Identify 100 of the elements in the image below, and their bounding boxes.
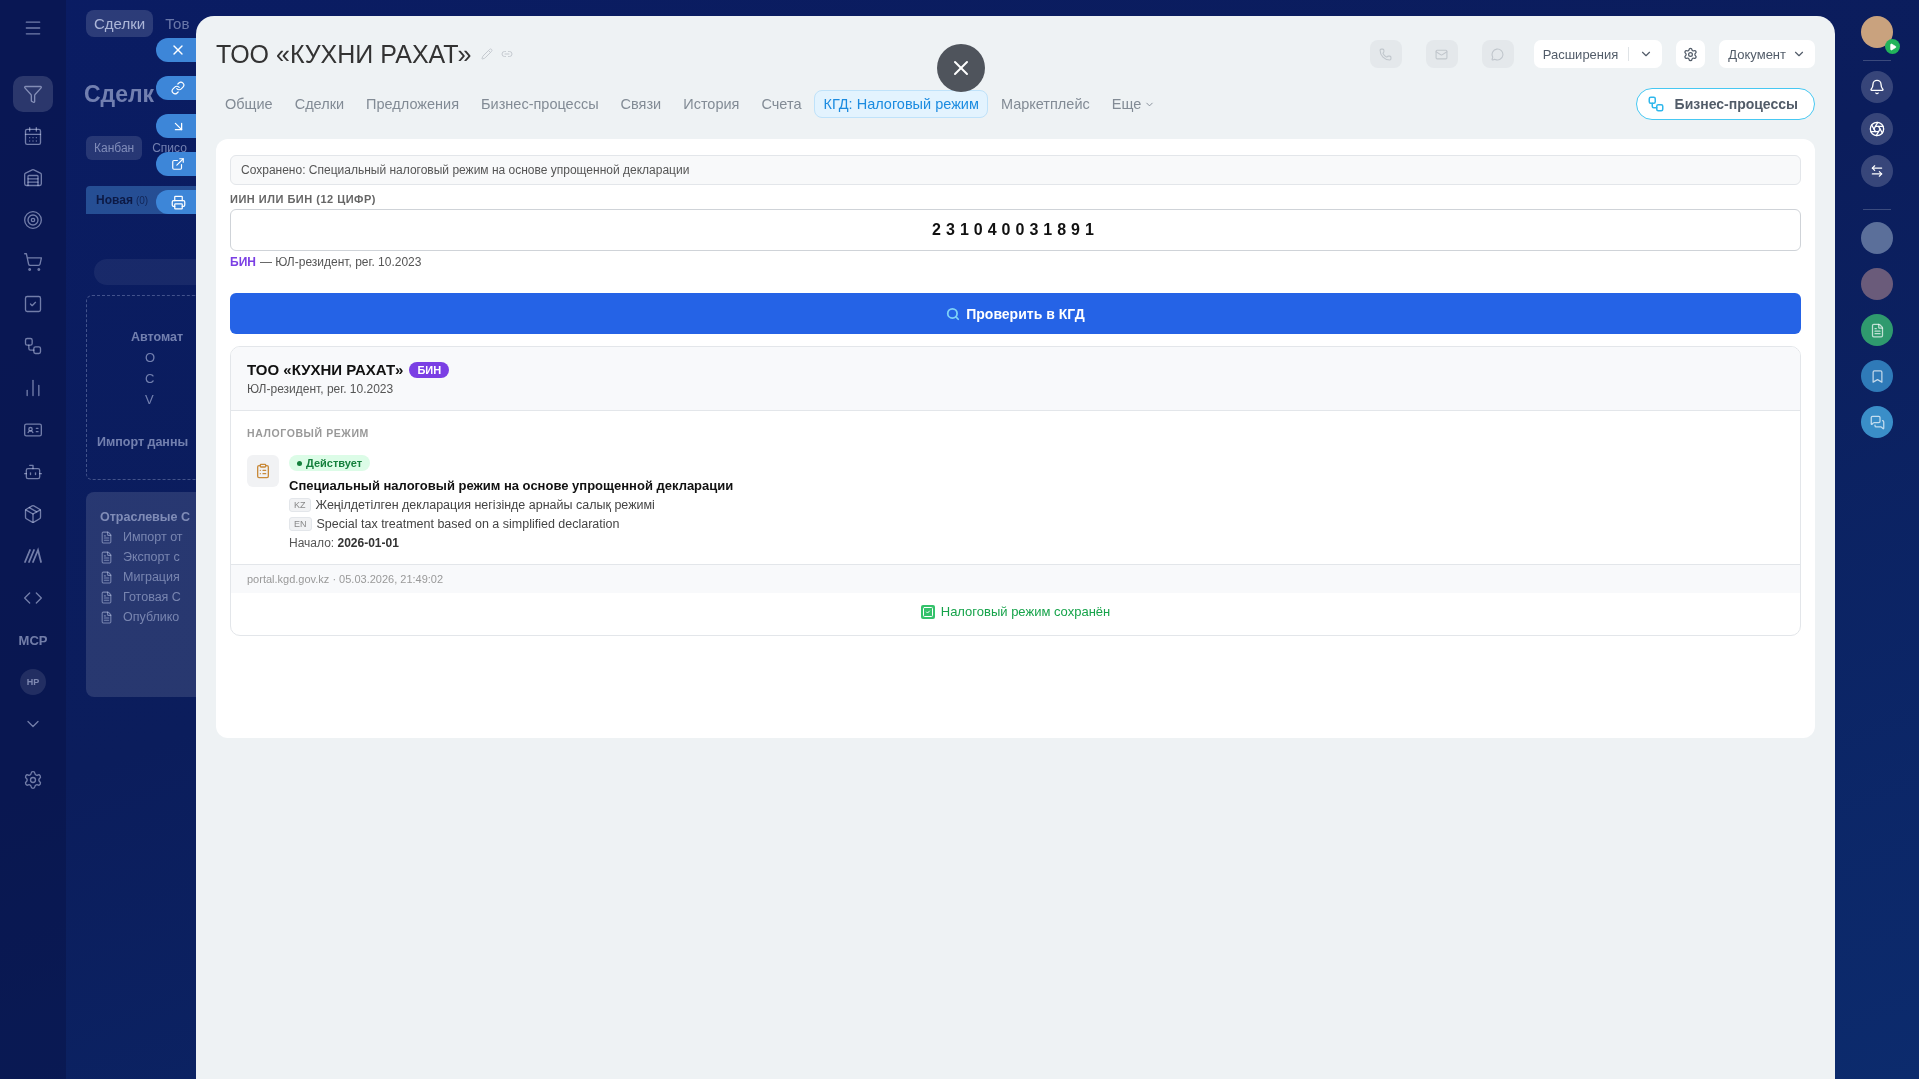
- industry-item[interactable]: Миграция: [123, 570, 180, 584]
- close-button[interactable]: [937, 44, 985, 92]
- extensions-button[interactable]: Расширения: [1533, 40, 1663, 68]
- app-avatar[interactable]: [1861, 406, 1893, 438]
- workflow-icon: [23, 336, 43, 356]
- document-icon: [100, 610, 113, 624]
- automation-row-text: О: [144, 350, 157, 365]
- chat-bubbles-icon: [1869, 414, 1885, 430]
- automation-row-text: V: [144, 392, 155, 407]
- cart-icon: [23, 252, 43, 272]
- check-kgd-button[interactable]: Проверить в КГД: [230, 293, 1801, 334]
- settings-button[interactable]: [1676, 40, 1706, 68]
- search-icon: [946, 306, 961, 321]
- tab[interactable]: Сделки: [285, 90, 354, 118]
- background-search-field[interactable]: [94, 259, 196, 285]
- aperture-button[interactable]: [1861, 113, 1893, 145]
- bin-badge: БИН: [409, 361, 450, 378]
- translation-text: Жеңілдетілген декларация негізінде арнайы салық режимі: [315, 498, 655, 512]
- regime-title: Специальный налоговый режим на основе упрощенной декларации: [289, 478, 734, 493]
- saved-notice: Сохранено: Специальный налоговый режим на основе упрощенной декларации: [230, 155, 1801, 185]
- close-button[interactable]: [156, 38, 196, 62]
- document-icon: [1869, 322, 1885, 338]
- industry-item[interactable]: Импорт от: [123, 530, 183, 544]
- print-button[interactable]: [156, 190, 196, 214]
- industry-item[interactable]: Опублико: [123, 610, 180, 624]
- start-date: Начало: 2026-01-01: [289, 536, 400, 550]
- document-button[interactable]: Документ: [1719, 40, 1815, 68]
- import-data-link[interactable]: Импорт данны: [97, 435, 189, 449]
- industry-item[interactable]: Готовая С: [123, 590, 181, 604]
- app-avatar[interactable]: [1861, 314, 1893, 346]
- tab[interactable]: Еще: [1102, 90, 1165, 118]
- mail-icon: [1435, 47, 1449, 61]
- warehouse-icon: [23, 168, 43, 188]
- user-initials-avatar[interactable]: HP: [20, 669, 46, 695]
- background-tab[interactable]: Сделки: [86, 10, 154, 37]
- tab[interactable]: Бизнес-процессы: [472, 90, 608, 118]
- tab[interactable]: История: [674, 90, 749, 118]
- hint-text: — ЮЛ-резидент, рег. 10.2023: [259, 255, 422, 269]
- arrows-icon: [1870, 164, 1884, 178]
- bin-tag: БИН: [230, 255, 256, 269]
- open-new-window-button[interactable]: [156, 152, 196, 176]
- m-logo-icon: [23, 546, 43, 566]
- settings-icon: [23, 770, 43, 790]
- field-label: ИИН ИЛИ БИН (12 ЦИФР): [230, 193, 377, 205]
- tab[interactable]: Маркетплейс: [991, 90, 1099, 118]
- checkbox-icon: [23, 294, 43, 314]
- source-footer: portal.kgd.gov.kz · 05.03.2026, 21:49:02: [231, 564, 1800, 593]
- section-label: НАЛОГОВЫЙ РЕЖИМ: [247, 427, 370, 439]
- column-title: Новая: [96, 193, 133, 207]
- bookmark-icon: [1869, 368, 1885, 384]
- funnel-icon: [23, 84, 43, 104]
- settings-icon: [1683, 46, 1699, 62]
- workflow-icon: [1646, 95, 1665, 113]
- automation-title: Автомат: [130, 330, 184, 344]
- tab[interactable]: Предложения: [357, 90, 469, 118]
- calendar-icon: [23, 126, 43, 146]
- bell-icon: [1869, 79, 1885, 95]
- package-icon: [23, 504, 43, 524]
- chat-icon: [1491, 47, 1505, 61]
- copy-link-button[interactable]: [156, 76, 196, 100]
- tab[interactable]: КГД: Налоговый режим: [814, 90, 988, 118]
- view-tab[interactable]: Канбан: [86, 136, 143, 160]
- document-icon: [100, 570, 113, 584]
- tab[interactable]: Связи: [611, 90, 671, 118]
- robot-icon: [23, 462, 43, 482]
- translation-text: Special tax treatment based on a simplified declaration: [316, 517, 620, 531]
- background-heading: Сделк: [84, 81, 155, 107]
- business-processes-button[interactable]: Бизнес-процессы: [1635, 88, 1815, 120]
- notifications-button[interactable]: [1861, 71, 1893, 103]
- check-icon: [920, 604, 935, 619]
- background-tab[interactable]: Тов: [157, 10, 196, 37]
- link-icon: [171, 81, 185, 95]
- chat-exchange-button[interactable]: [1861, 155, 1893, 187]
- automation-row-text: С: [144, 371, 156, 386]
- company-subtitle: ЮЛ-резидент, рег. 10.2023: [247, 382, 395, 396]
- language-tag: KZ: [289, 498, 311, 512]
- aperture-icon: [1869, 121, 1885, 137]
- company-name: ТОО «КУХНИ РАХАТ»: [247, 361, 404, 378]
- tab[interactable]: Общие: [216, 90, 282, 118]
- document-icon: [100, 550, 113, 564]
- external-link-icon: [171, 157, 185, 171]
- minimize-button[interactable]: [156, 114, 196, 138]
- industry-item[interactable]: Экспорт с: [123, 550, 180, 564]
- user-avatar[interactable]: [1861, 16, 1893, 48]
- status-badge: Действует: [289, 455, 371, 471]
- saved-message: Налоговый режим сохранён: [920, 604, 1111, 619]
- nav-item[interactable]: [13, 76, 53, 112]
- app-avatar[interactable]: [1861, 360, 1893, 392]
- document-icon: [100, 530, 113, 544]
- printer-icon: [170, 194, 186, 210]
- language-tag: EN: [289, 517, 312, 531]
- tab[interactable]: Счета: [752, 90, 811, 118]
- company-title: ТОО «КУХНИ РАХАТ»: [216, 39, 472, 69]
- mcp-nav-item[interactable]: MCP: [13, 622, 53, 658]
- document-icon: [100, 590, 113, 604]
- view-tab[interactable]: Списо: [146, 141, 193, 155]
- industry-title: Отраслевые С: [100, 510, 190, 524]
- target-icon: [23, 210, 43, 230]
- iin-bin-field[interactable]: 231040031891: [230, 209, 1801, 251]
- phone-icon: [1379, 47, 1393, 61]
